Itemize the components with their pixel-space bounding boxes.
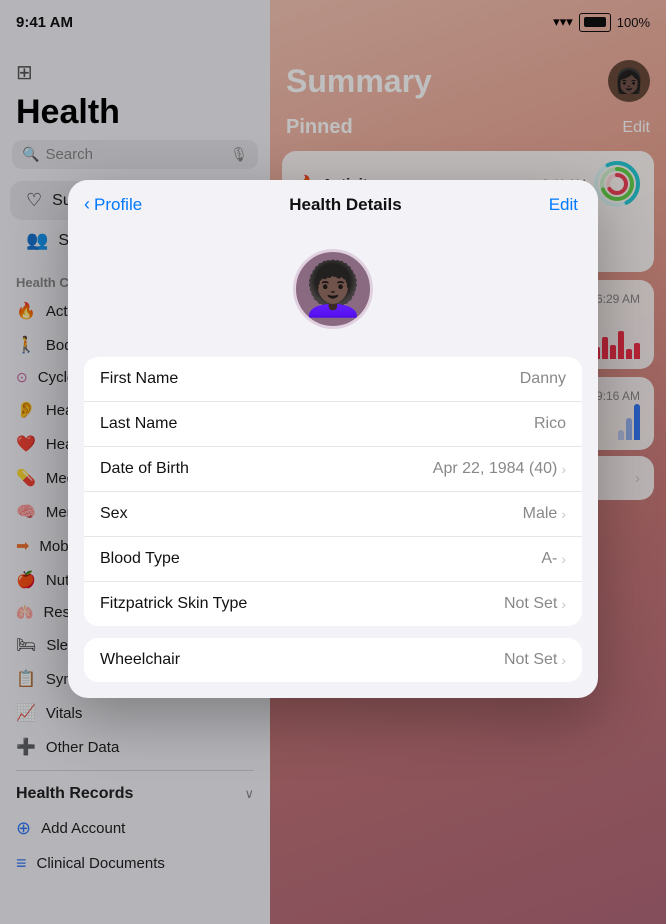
sex-value: Male ›: [523, 505, 566, 523]
dob-value: Apr 22, 1984 (40) ›: [433, 460, 566, 478]
dob-chevron: ›: [561, 461, 566, 477]
blood-type-row[interactable]: Blood Type A- ›: [84, 537, 582, 582]
wheelchair-value: Not Set ›: [504, 651, 566, 669]
first-name-label: First Name: [100, 370, 178, 388]
modal-avatar: 👩🏿‍🦱: [293, 249, 373, 329]
wheelchair-section: Wheelchair Not Set ›: [84, 638, 582, 682]
dob-label: Date of Birth: [100, 460, 189, 478]
sex-chevron: ›: [561, 506, 566, 522]
first-name-value: Danny: [520, 370, 566, 388]
sex-label: Sex: [100, 505, 128, 523]
skin-type-chevron: ›: [561, 596, 566, 612]
modal-back-label: Profile: [94, 195, 142, 215]
dob-row[interactable]: Date of Birth Apr 22, 1984 (40) ›: [84, 447, 582, 492]
modal-back-button[interactable]: ‹ Profile: [84, 194, 142, 215]
last-name-value: Rico: [534, 415, 566, 433]
skin-type-row[interactable]: Fitzpatrick Skin Type Not Set ›: [84, 582, 582, 626]
modal-nav-bar: ‹ Profile Health Details Edit: [68, 180, 598, 225]
modal-title: Health Details: [289, 195, 401, 215]
avatar-emoji: 👩🏿‍🦱: [301, 259, 366, 320]
wheelchair-row[interactable]: Wheelchair Not Set ›: [84, 638, 582, 682]
modal-avatar-area: 👩🏿‍🦱: [68, 225, 598, 357]
blood-type-value: A- ›: [541, 550, 566, 568]
blood-type-chevron: ›: [561, 551, 566, 567]
blood-type-label: Blood Type: [100, 550, 180, 568]
first-name-row[interactable]: First Name Danny: [84, 357, 582, 402]
modal-overlay: ‹ Profile Health Details Edit 👩🏿‍🦱 First…: [0, 0, 666, 924]
sex-row[interactable]: Sex Male ›: [84, 492, 582, 537]
health-details-modal: ‹ Profile Health Details Edit 👩🏿‍🦱 First…: [68, 180, 598, 698]
last-name-label: Last Name: [100, 415, 177, 433]
skin-type-label: Fitzpatrick Skin Type: [100, 595, 247, 613]
health-details-form: First Name Danny Last Name Rico Date of …: [84, 357, 582, 626]
skin-type-value: Not Set ›: [504, 595, 566, 613]
last-name-row[interactable]: Last Name Rico: [84, 402, 582, 447]
chevron-left-icon: ‹: [84, 194, 90, 215]
modal-edit-button[interactable]: Edit: [549, 195, 578, 215]
wheelchair-label: Wheelchair: [100, 651, 180, 669]
wheelchair-chevron: ›: [561, 652, 566, 668]
